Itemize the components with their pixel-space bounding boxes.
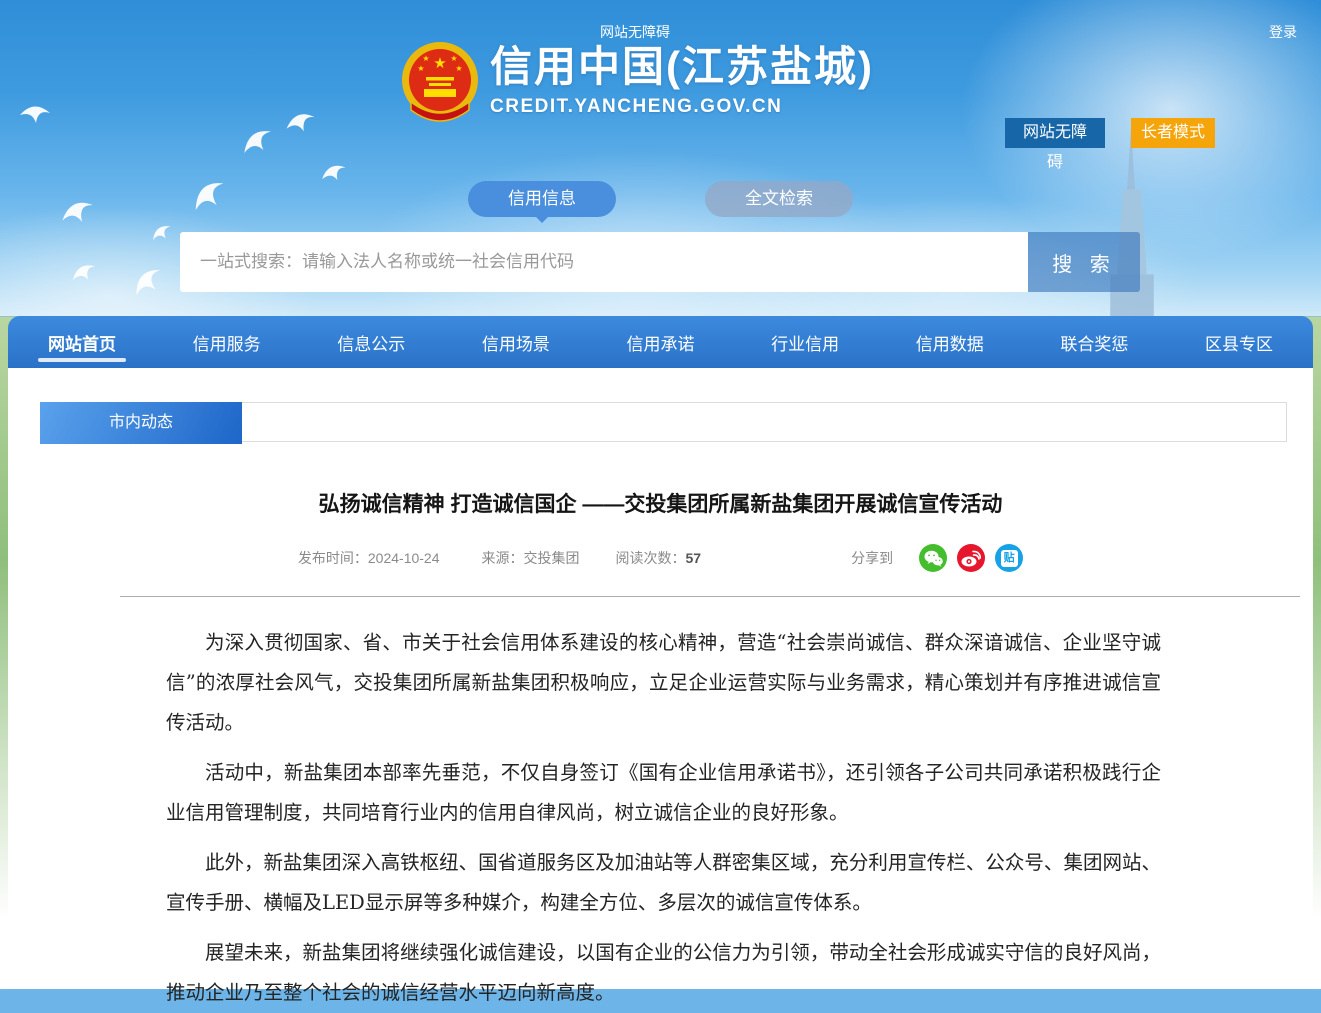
share-label: 分享到 — [851, 548, 893, 568]
nav-item-industry-credit[interactable]: 行业信用 — [765, 316, 845, 368]
meta-divider — [120, 596, 1300, 597]
national-emblem-icon: ★ ★ ★ ★ ★ — [398, 40, 482, 126]
nav-item-district-zone[interactable]: 区县专区 — [1199, 316, 1279, 368]
section-tab-bar: 市内动态 — [40, 402, 1287, 442]
nav-item-joint-rewards[interactable]: 联合奖惩 — [1054, 316, 1134, 368]
article-title: 弘扬诚信精神 打造诚信国企 ——交投集团所属新盐集团开展诚信宣传活动 — [128, 488, 1193, 518]
login-link[interactable]: 登录 — [1269, 22, 1297, 42]
tab-full-text-search[interactable]: 全文检索 — [705, 181, 853, 217]
elder-mode-button[interactable]: 长者模式 — [1131, 118, 1215, 148]
svg-text:★: ★ — [455, 64, 462, 73]
svg-text:★: ★ — [417, 64, 424, 73]
nav-item-credit-data[interactable]: 信用数据 — [910, 316, 990, 368]
search-button[interactable]: 搜 索 — [1028, 232, 1140, 292]
source-value: 交投集团 — [524, 550, 580, 566]
nav-item-credit-service[interactable]: 信用服务 — [187, 316, 267, 368]
article-paragraph: 活动中，新盐集团本部率先垂范，不仅自身签订《国有企业信用承诺书》，还引领各子公司… — [166, 753, 1161, 833]
svg-text:★: ★ — [433, 55, 446, 72]
search-input[interactable] — [180, 232, 1028, 292]
search-bar: 搜 索 — [180, 232, 1140, 292]
tab-credit-info[interactable]: 信用信息 — [468, 181, 616, 217]
source-label: 来源： — [482, 550, 524, 566]
main-navbar: 网站首页 信用服务 信息公示 信用场景 信用承诺 行业信用 信用数据 联合奖惩 … — [8, 316, 1313, 368]
nav-item-credit-scenes[interactable]: 信用场景 — [476, 316, 556, 368]
nav-item-label: 联合奖惩 — [1060, 330, 1128, 355]
view-count-value: 57 — [686, 550, 702, 566]
tieba-share-icon[interactable]: 贴 — [995, 544, 1023, 572]
article-body: 为深入贯彻国家、省、市关于社会信用体系建设的核心精神，营造“社会崇尚诚信、群众深… — [166, 623, 1161, 1013]
share-icon-group: 贴 — [909, 544, 1023, 572]
article-paragraph: 此外，新盐集团深入高铁枢纽、国省道服务区及加油站等人群密集区域，充分利用宣传栏、… — [166, 843, 1161, 923]
view-count: 阅读次数：57 — [616, 548, 702, 568]
nav-item-label: 信用场景 — [482, 330, 550, 355]
publish-time-value: 2024-10-24 — [368, 550, 440, 566]
weibo-share-icon[interactable] — [957, 544, 985, 572]
view-count-label: 阅读次数： — [616, 550, 686, 566]
svg-text:★: ★ — [422, 54, 429, 63]
accessibility-top-link[interactable]: 网站无障碍 — [600, 22, 670, 42]
nav-item-label: 信用服务 — [193, 330, 261, 355]
accessibility-button[interactable]: 网站无障碍 — [1005, 118, 1105, 148]
nav-item-label: 信息公示 — [337, 330, 405, 355]
article-paragraph: 为深入贯彻国家、省、市关于社会信用体系建设的核心精神，营造“社会崇尚诚信、群众深… — [166, 623, 1161, 743]
nav-item-label: 网站首页 — [48, 330, 116, 355]
section-tab-city-news[interactable]: 市内动态 — [40, 402, 242, 444]
site-header: 网站无障碍 登录 ★ ★ ★ ★ ★ 信用中国(江苏盐城) CREDIT.YAN… — [0, 0, 1321, 316]
nav-active-underline — [38, 358, 126, 362]
nav-item-label: 行业信用 — [771, 330, 839, 355]
nav-item-label: 区县专区 — [1205, 330, 1273, 355]
article-meta: 发布时间：2024-10-24 来源：交投集团 阅读次数：57 分享到 — [8, 544, 1313, 572]
article-source: 来源：交投集团 — [482, 548, 580, 568]
wechat-share-icon[interactable] — [919, 544, 947, 572]
nav-item-label: 信用承诺 — [627, 330, 695, 355]
publish-time-label: 发布时间： — [298, 550, 368, 566]
site-title: 信用中国(江苏盐城) — [490, 40, 874, 94]
svg-text:★: ★ — [450, 54, 457, 63]
site-domain: CREDIT.YANCHENG.GOV.CN — [490, 96, 874, 118]
nav-item-credit-commitment[interactable]: 信用承诺 — [621, 316, 701, 368]
nav-item-home[interactable]: 网站首页 — [42, 316, 122, 368]
nav-item-info-disclosure[interactable]: 信息公示 — [331, 316, 411, 368]
nav-item-label: 信用数据 — [916, 330, 984, 355]
publish-time: 发布时间：2024-10-24 — [298, 548, 440, 568]
tieba-glyph: 贴 — [1001, 550, 1018, 567]
content-panel: 市内动态 弘扬诚信精神 打造诚信国企 ——交投集团所属新盐集团开展诚信宣传活动 … — [8, 368, 1313, 989]
site-logo[interactable]: ★ ★ ★ ★ ★ 信用中国(江苏盐城) CREDIT.YANCHENG.GOV… — [398, 40, 874, 126]
article-paragraph: 展望未来，新盐集团将继续强化诚信建设，以国有企业的公信力为引领，带动全社会形成诚… — [166, 933, 1161, 1013]
